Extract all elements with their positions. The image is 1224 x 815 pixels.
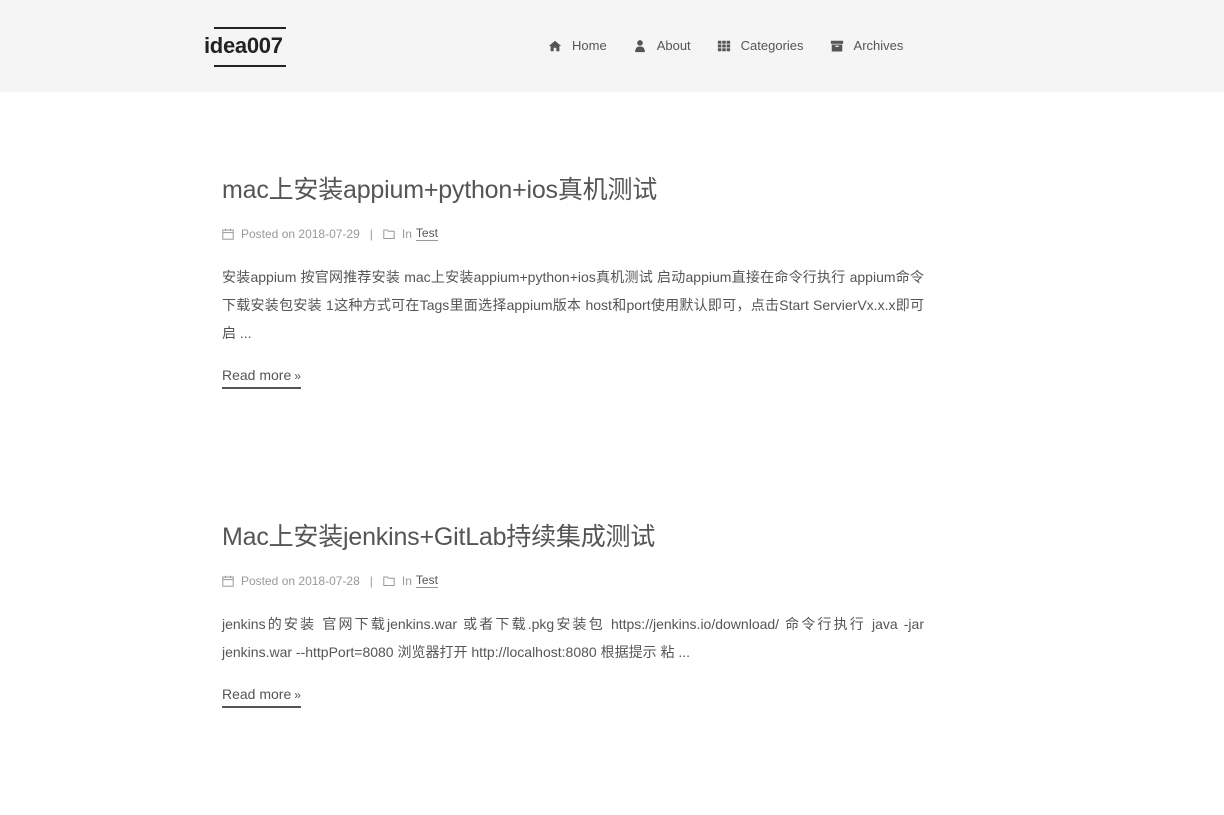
main-nav: Home About Categories Archives — [548, 38, 903, 53]
site-brand[interactable]: idea007 — [204, 33, 283, 59]
in-label: In — [401, 573, 412, 588]
read-more-label: Read more — [222, 686, 292, 702]
read-more-button[interactable]: Read more» — [222, 686, 301, 708]
nav-item-home[interactable]: Home — [548, 38, 607, 53]
calendar-icon — [222, 575, 234, 587]
posted-on-label: Posted on — [241, 226, 296, 241]
site-header: idea007 Home About Categories Archives — [0, 0, 1224, 92]
meta-divider: | — [369, 573, 373, 588]
post-item: mac上安装appium+python+ios真机测试 Posted on 20… — [222, 170, 924, 389]
post-title[interactable]: mac上安装appium+python+ios真机测试 — [222, 170, 924, 206]
read-more-button[interactable]: Read more» — [222, 367, 301, 389]
post-meta: Posted on 2018-07-28 | In Test — [222, 573, 924, 588]
double-chevron-right-icon: » — [294, 369, 301, 383]
home-icon — [548, 40, 562, 51]
folder-icon — [383, 229, 395, 239]
folder-icon — [383, 576, 395, 586]
in-label: In — [401, 226, 412, 241]
nav-item-label: Home — [572, 38, 607, 53]
nav-item-label: About — [656, 38, 691, 53]
read-more-label: Read more — [222, 367, 292, 383]
nav-item-label: Archives — [853, 38, 904, 53]
post-excerpt: jenkins的安装 官网下载jenkins.war 或者下载.pkg安装包 h… — [222, 616, 924, 660]
nav-item-about[interactable]: About — [633, 38, 691, 53]
nav-item-label: Categories — [740, 38, 804, 53]
post-item: Mac上安装jenkins+GitLab持续集成测试 Posted on 201… — [222, 517, 924, 708]
post-category-link[interactable]: Test — [415, 226, 438, 241]
post-meta: Posted on 2018-07-29 | In Test — [222, 226, 924, 241]
th-icon — [717, 40, 730, 51]
post-category-link[interactable]: Test — [415, 573, 438, 588]
posted-on-label: Posted on — [241, 573, 296, 588]
meta-divider: | — [369, 226, 373, 241]
nav-item-archives[interactable]: Archives — [830, 38, 904, 53]
post-title[interactable]: Mac上安装jenkins+GitLab持续集成测试 — [222, 517, 924, 553]
post-date: 2018-07-28 — [298, 573, 360, 588]
post-excerpt: 安装appium 按官网推荐安装 mac上安装appium+python+ios… — [222, 269, 924, 341]
post-date: 2018-07-29 — [298, 226, 360, 241]
user-icon — [634, 39, 645, 52]
calendar-icon — [222, 228, 234, 240]
archive-icon — [830, 40, 843, 52]
double-chevron-right-icon: » — [294, 688, 301, 702]
nav-item-categories[interactable]: Categories — [717, 38, 804, 53]
